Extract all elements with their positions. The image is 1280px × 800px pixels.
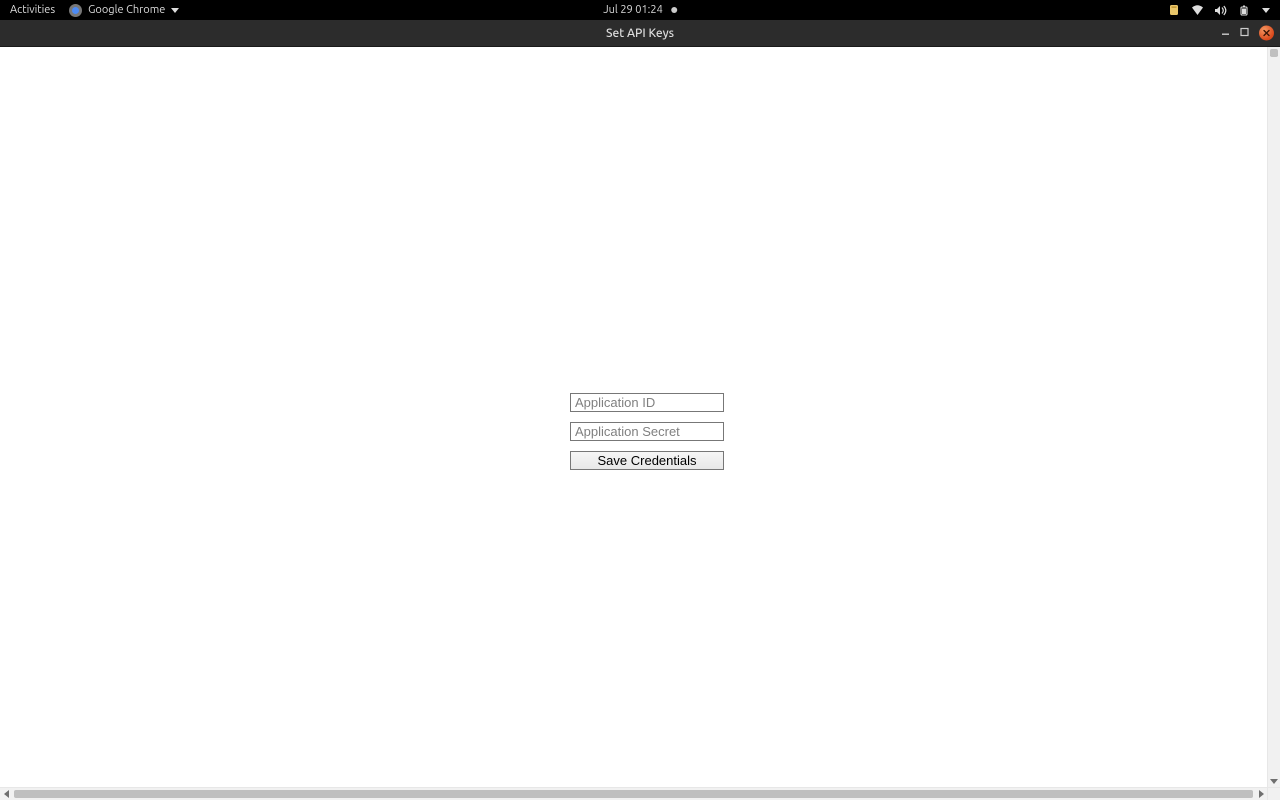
vertical-scrollbar-thumb[interactable]	[1270, 49, 1278, 57]
window-controls	[1221, 26, 1274, 41]
scroll-down-button[interactable]	[1268, 775, 1280, 787]
volume-icon[interactable]	[1214, 4, 1228, 17]
chevron-left-icon	[4, 790, 9, 798]
chevron-right-icon	[1259, 790, 1264, 798]
api-keys-form: Save Credentials	[570, 393, 724, 470]
scrollbar-corner	[1267, 787, 1280, 800]
window-close-button[interactable]	[1259, 26, 1274, 41]
clock[interactable]: Jul 29 01:24	[603, 4, 677, 16]
horizontal-scrollbar-thumb[interactable]	[14, 790, 1253, 798]
vertical-scrollbar[interactable]	[1267, 47, 1280, 787]
notification-dot-icon	[671, 7, 677, 13]
clock-label: Jul 29 01:24	[603, 4, 663, 16]
application-secret-input[interactable]	[570, 422, 724, 441]
chevron-down-icon	[171, 8, 179, 13]
chevron-down-icon	[1270, 779, 1278, 784]
application-id-input[interactable]	[570, 393, 724, 412]
window-minimize-button[interactable]	[1221, 27, 1230, 39]
gnome-top-panel: Activities Google Chrome Jul 29 01:24	[0, 0, 1280, 20]
window-titlebar: Set API Keys	[0, 20, 1280, 47]
tray-app-icon[interactable]	[1168, 4, 1181, 17]
top-panel-left: Activities Google Chrome	[0, 4, 179, 17]
system-menu-chevron-down-icon[interactable]	[1262, 8, 1270, 13]
scroll-right-button[interactable]	[1255, 788, 1267, 800]
window-title: Set API Keys	[606, 27, 674, 40]
chrome-icon	[69, 4, 82, 17]
app-menu[interactable]: Google Chrome	[69, 4, 179, 17]
battery-icon[interactable]	[1238, 4, 1252, 17]
system-tray	[1168, 4, 1280, 17]
scroll-left-button[interactable]	[0, 788, 12, 800]
horizontal-scrollbar[interactable]	[0, 787, 1267, 800]
network-icon[interactable]	[1191, 4, 1204, 17]
app-menu-label: Google Chrome	[88, 4, 165, 16]
page-content: Save Credentials	[0, 47, 1280, 800]
save-credentials-button[interactable]: Save Credentials	[570, 451, 724, 470]
activities-button[interactable]: Activities	[10, 4, 55, 16]
window-maximize-button[interactable]	[1240, 27, 1249, 39]
